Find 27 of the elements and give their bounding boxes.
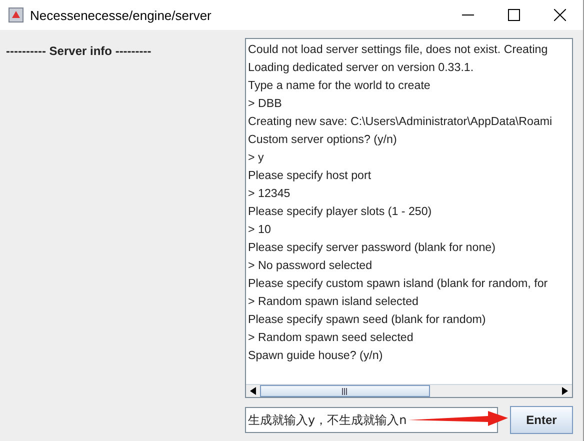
window-title: Necessenecesse/engine/server <box>30 8 212 22</box>
server-info-heading: ---------- Server info --------- <box>6 44 152 58</box>
scroll-right-icon[interactable] <box>562 387 568 395</box>
command-input-field[interactable]: 生成就输入y，不生成就输入n <box>245 407 498 433</box>
console-line: > DBB <box>248 96 283 112</box>
console-line: Type a name for the world to create <box>248 78 432 94</box>
enter-button[interactable]: Enter <box>510 406 573 434</box>
console-line: Please specify server password (blank for none) <box>248 240 496 256</box>
console-line: > Random spawn island selected <box>248 294 420 310</box>
scroll-left-icon[interactable] <box>250 387 256 395</box>
console-line: Please specify custom spawn island (blank for random, for <box>248 276 549 292</box>
console-line: > No password selected <box>248 258 374 274</box>
console-line: Could not load server settings file, does not exist. Creating <box>248 42 549 58</box>
console-line: Creating new save: C:\Users\Administrator\AppData\Roami <box>248 114 554 130</box>
console-line: Please specify host port <box>248 168 372 184</box>
console-line: > 12345 <box>248 186 292 202</box>
console-line: > 10 <box>248 222 272 238</box>
console-line: > Random spawn seed selected <box>248 330 414 346</box>
scrollbar-thumb[interactable] <box>260 385 430 397</box>
console-line: Please specify spawn seed (blank for random) <box>248 312 487 328</box>
console-line: Please specify player slots (1 - 250) <box>248 204 433 220</box>
console-line: Custom server options? (y/n) <box>248 132 398 148</box>
console-line: Loading dedicated server on version 0.33.1. <box>248 60 475 76</box>
horizontal-scrollbar[interactable] <box>246 384 572 397</box>
java-app-icon <box>8 7 24 23</box>
console-line: > y <box>248 150 265 166</box>
console-line: Spawn guide house? (y/n) <box>248 348 384 364</box>
